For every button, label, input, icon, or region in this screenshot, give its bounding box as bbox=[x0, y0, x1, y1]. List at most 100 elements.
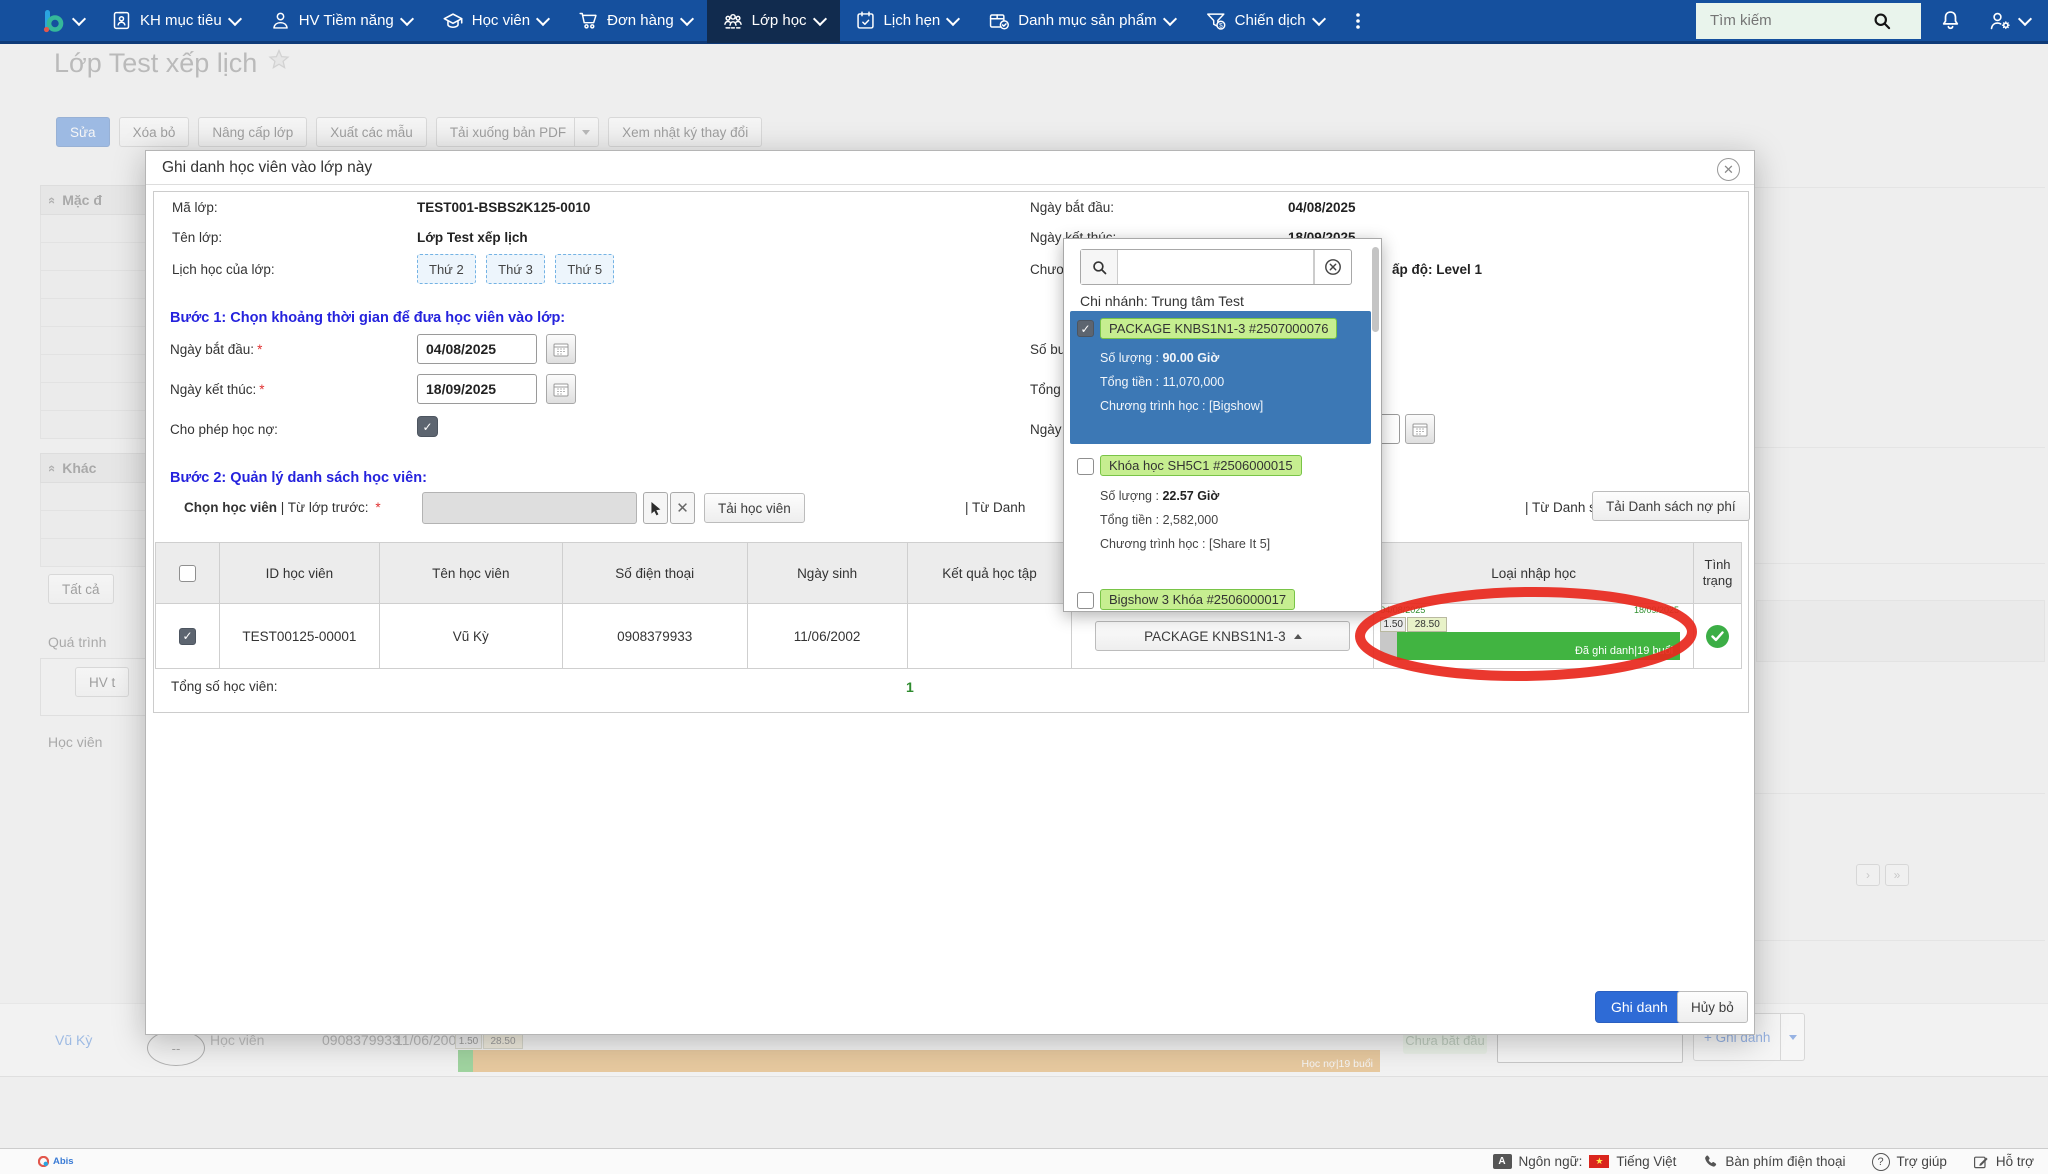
vietnam-flag-icon: ★ bbox=[1589, 1155, 1609, 1168]
from-saved-list-fragment: | Từ Danh bbox=[965, 500, 1025, 515]
col-results: Kết quả học tập bbox=[908, 543, 1073, 603]
day-chip-tue[interactable]: Thứ 3 bbox=[486, 254, 545, 284]
id-card-icon bbox=[111, 10, 132, 31]
progress-green-bar: Đã ghi danh|19 buổi bbox=[1397, 632, 1680, 660]
class-code-label: Mã lớp: bbox=[172, 200, 218, 215]
calendar-check-icon bbox=[855, 10, 876, 31]
col-student-id: ID học viên bbox=[220, 543, 380, 603]
enroll-form-panel: Mã lớp: TEST001-BSBS2K125-0010 Tên lớp: … bbox=[153, 191, 1749, 713]
brand: Abis bbox=[38, 1156, 74, 1167]
user-gear-icon bbox=[1988, 9, 2014, 33]
calendar-icon[interactable] bbox=[546, 334, 576, 364]
app-logo[interactable] bbox=[0, 0, 96, 43]
phone-icon bbox=[1702, 1154, 1718, 1170]
day-chip-thu[interactable]: Thứ 5 bbox=[555, 254, 614, 284]
clear-search-icon[interactable] bbox=[1314, 250, 1351, 284]
bell-icon[interactable] bbox=[1939, 9, 1962, 32]
calendar-icon[interactable] bbox=[546, 374, 576, 404]
bar-date-right: 18/09/2025 bbox=[1634, 605, 1679, 615]
previous-class-input[interactable] bbox=[422, 492, 637, 524]
nav-item-chien-dich[interactable]: $ Chiến dịch bbox=[1190, 0, 1339, 43]
nav-item-kh-muc-tieu[interactable]: KH mục tiêu bbox=[96, 0, 255, 43]
screen: Lớp Test xếp lịch Sửa Xóa bỏ Nâng cấp lớ… bbox=[0, 0, 2048, 1174]
clear-selection-icon[interactable]: ✕ bbox=[670, 492, 695, 524]
cancel-button[interactable]: Hủy bỏ bbox=[1677, 991, 1748, 1023]
nav-item-lop-hoc[interactable]: Lớp học bbox=[707, 0, 840, 43]
class-name-label: Tên lớp: bbox=[172, 230, 222, 245]
search-icon[interactable] bbox=[1872, 11, 1892, 31]
total-students-label: Tổng số học viên: bbox=[171, 679, 278, 694]
col-phone: Số điện thoại bbox=[563, 543, 748, 603]
close-icon[interactable]: ✕ bbox=[1717, 158, 1740, 181]
option-checkbox[interactable] bbox=[1077, 320, 1094, 337]
search-input[interactable] bbox=[1708, 11, 1872, 30]
chevron-down-icon bbox=[1163, 11, 1177, 25]
start-date-input[interactable] bbox=[417, 334, 537, 364]
total-label-fragment: Tổng bbox=[1030, 382, 1061, 397]
col-enroll-type: Loại nhập học bbox=[1374, 543, 1694, 603]
branch-header: Chi nhánh: Trung tâm Test bbox=[1080, 293, 1244, 309]
progress-status-text: Đã ghi danh|19 buổi bbox=[1575, 645, 1673, 657]
bar-left-label: 1.50 bbox=[1380, 617, 1406, 632]
col-dob: Ngày sinh bbox=[748, 543, 908, 603]
row-checkbox[interactable] bbox=[179, 628, 196, 645]
nav-item-hv-tiem-nang[interactable]: HV Tiềm năng bbox=[255, 0, 427, 43]
end-date-input[interactable] bbox=[417, 374, 537, 404]
class-code-value: TEST001-BSBS2K125-0010 bbox=[417, 200, 590, 215]
nav-more-menu[interactable] bbox=[1339, 0, 1377, 43]
user-settings-menu[interactable] bbox=[1988, 9, 2030, 33]
package-option[interactable]: Bigshow 3 Khóa #2506000017 bbox=[1070, 587, 1371, 612]
more-vertical-icon bbox=[1349, 11, 1367, 31]
end-date-label: Ngày kết thúc:* bbox=[170, 382, 265, 397]
package-option[interactable]: Khóa học SH5C1 #2506000015 Số lượng : 22… bbox=[1070, 451, 1371, 581]
option-checkbox[interactable] bbox=[1077, 458, 1094, 475]
nav-item-hoc-vien[interactable]: Học viên bbox=[427, 0, 563, 43]
help-link[interactable]: ? Trợ giúp bbox=[1872, 1153, 1947, 1171]
dropdown-search bbox=[1080, 249, 1352, 285]
language-selector[interactable]: A Ngôn ngữ: ★ Tiếng Việt bbox=[1493, 1154, 1677, 1169]
users-icon bbox=[722, 10, 744, 32]
table-header-row: ID học viên Tên học viên Số điện thoại N… bbox=[156, 543, 1741, 603]
option-checkbox[interactable] bbox=[1077, 592, 1094, 609]
col-student-name: Tên học viên bbox=[380, 543, 563, 603]
package-title-pill: PACKAGE KNBS1N1-3 #2507000076 bbox=[1100, 318, 1337, 339]
enroll-button[interactable]: Ghi danh bbox=[1595, 991, 1684, 1023]
nav-item-don-hang[interactable]: Đơn hàng bbox=[563, 0, 707, 43]
picker-cursor-icon[interactable] bbox=[643, 492, 668, 524]
dropdown-scrollbar[interactable] bbox=[1372, 247, 1379, 332]
package-title-pill: Khóa học SH5C1 #2506000015 bbox=[1100, 455, 1302, 476]
cell-dob: 11/06/2002 bbox=[748, 603, 908, 668]
dropdown-search-input[interactable] bbox=[1117, 250, 1314, 284]
allow-debt-checkbox[interactable] bbox=[417, 416, 438, 437]
date-label-fragment: Ngày bbox=[1030, 422, 1062, 437]
chevron-down-icon bbox=[536, 11, 550, 25]
load-students-button[interactable]: Tải học viên bbox=[704, 493, 805, 523]
language-icon: A bbox=[1493, 1154, 1512, 1169]
day-chip-mon[interactable]: Thứ 2 bbox=[417, 254, 476, 284]
chevron-down-icon bbox=[1311, 11, 1325, 25]
level-value-fragment: ấp độ: Level 1 bbox=[1392, 262, 1482, 277]
allow-debt-label: Cho phép học nợ: bbox=[170, 422, 278, 437]
support-link[interactable]: Hỗ trợ bbox=[1973, 1154, 2034, 1170]
package-option-selected[interactable]: PACKAGE KNBS1N1-3 #2507000076 Số lượng :… bbox=[1070, 311, 1371, 444]
brand-icon bbox=[38, 1156, 49, 1167]
nav-item-danh-muc-san-pham[interactable]: Danh mục sản phẩm bbox=[973, 0, 1189, 43]
select-all-checkbox[interactable] bbox=[179, 565, 196, 582]
start-date-label: Ngày bắt đầu:* bbox=[170, 342, 262, 357]
total-students-value: 1 bbox=[906, 679, 914, 695]
nav-item-lich-hen[interactable]: Lịch hẹn bbox=[840, 0, 974, 43]
step2-heading: Bước 2: Quản lý danh sách học viên: bbox=[170, 470, 427, 486]
schedule-chips: Thứ 2 Thứ 3 Thứ 5 bbox=[417, 254, 620, 284]
person-icon bbox=[270, 10, 291, 31]
phone-keyboard[interactable]: Bàn phím điện thoại bbox=[1702, 1154, 1845, 1170]
step1-heading: Bước 1: Chọn khoảng thời gian để đưa học… bbox=[170, 310, 565, 326]
chevron-down-icon bbox=[400, 11, 414, 25]
schedule-label: Lịch học của lớp: bbox=[172, 262, 275, 277]
product-box-icon bbox=[988, 10, 1010, 32]
load-debt-list-button[interactable]: Tải Danh sách nợ phí bbox=[1592, 491, 1750, 521]
package-dropdown-trigger[interactable]: PACKAGE KNBS1N1-3 bbox=[1095, 621, 1350, 651]
cell-results bbox=[908, 603, 1073, 668]
chevron-down-icon bbox=[946, 11, 960, 25]
calendar-icon[interactable] bbox=[1405, 414, 1435, 444]
pencil-square-icon bbox=[1973, 1154, 1989, 1170]
